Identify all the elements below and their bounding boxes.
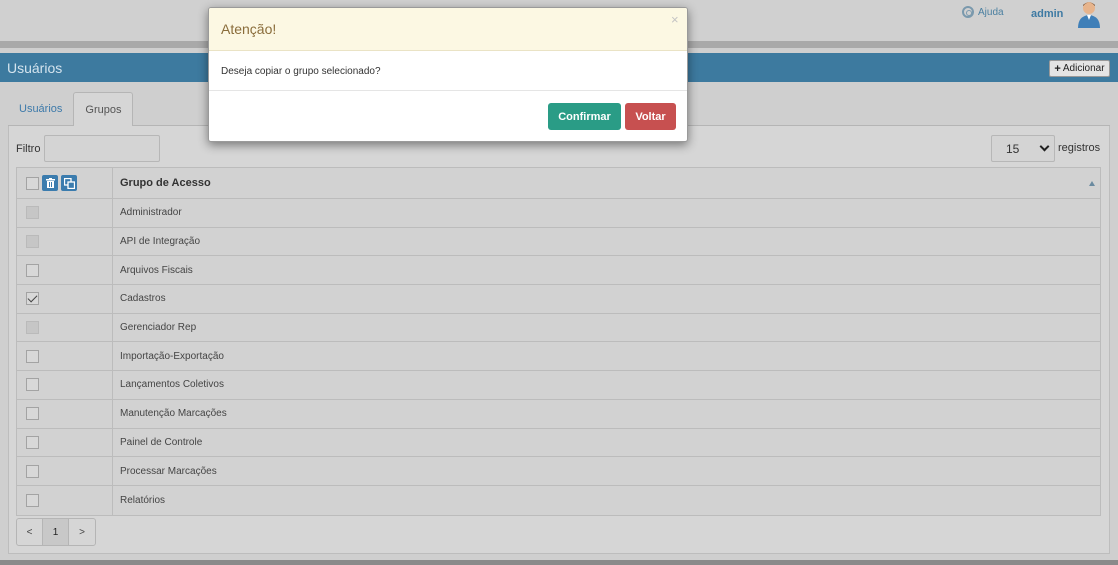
row-checkbox[interactable] (26, 378, 39, 392)
row-checkbox[interactable] (26, 349, 39, 363)
user-name[interactable]: admin (1031, 8, 1063, 20)
group-name: Painel de Controle (120, 436, 203, 448)
groups-table: Grupo de Acesso Administrador API de Int… (16, 167, 1101, 516)
table-row[interactable]: Cadastros (17, 285, 1100, 314)
group-name: Processar Marcações (120, 465, 217, 477)
column-header-group[interactable]: Grupo de Acesso (113, 168, 1100, 198)
table-row[interactable]: Processar Marcações (17, 457, 1100, 486)
filter-input[interactable] (44, 135, 160, 162)
group-name: Cadastros (120, 293, 166, 305)
copy-button[interactable] (61, 175, 77, 191)
copy-icon (63, 177, 75, 189)
table-row[interactable]: API de Integração (17, 227, 1100, 257)
row-checkbox[interactable] (26, 292, 39, 306)
table-row[interactable]: Arquivos Fiscais (17, 256, 1100, 286)
next-page-button[interactable]: > (69, 519, 95, 545)
row-checkbox (26, 321, 39, 335)
tab-users[interactable]: Usuários (8, 92, 73, 126)
group-name: API de Integração (120, 236, 201, 248)
trash-icon (45, 178, 55, 188)
dialog-message: Deseja copiar o grupo selecionado? (209, 51, 687, 91)
selection-header (17, 168, 113, 198)
row-checkbox (26, 235, 39, 249)
confirm-dialog: Atenção! × Deseja copiar o grupo selecio… (208, 7, 688, 142)
group-name: Manutenção Marcações (120, 408, 227, 420)
back-button[interactable]: Voltar (625, 103, 676, 130)
table-row[interactable]: Lançamentos Coletivos (17, 371, 1100, 400)
chevron-down-icon (1039, 141, 1050, 152)
pagination: < 1 > (16, 518, 96, 546)
user-avatar-icon[interactable] (1076, 0, 1102, 28)
table-row[interactable]: Gerenciador Rep (17, 313, 1100, 343)
dialog-title: Atenção! (221, 21, 277, 37)
help-link[interactable]: Ajuda (962, 6, 1004, 18)
help-label: Ajuda (978, 6, 1004, 18)
footer-strip (0, 560, 1118, 565)
row-checkbox[interactable] (26, 493, 39, 507)
prev-page-button[interactable]: < (17, 519, 43, 545)
table-row[interactable]: Manutenção Marcações (17, 399, 1100, 429)
dialog-footer: Confirmar Voltar (209, 91, 687, 141)
table-row[interactable]: Importação-Exportação (17, 342, 1100, 372)
per-page-label: registros (1058, 142, 1101, 154)
add-button[interactable]: + Adicionar (1049, 60, 1110, 77)
close-icon[interactable]: × (671, 12, 679, 27)
group-name: Lançamentos Coletivos (120, 379, 224, 391)
table-row[interactable]: Painel de Controle (17, 428, 1100, 458)
page-title: Usuários (7, 60, 63, 76)
tab-bar: Usuários Grupos (8, 92, 134, 126)
page-number-button[interactable]: 1 (43, 519, 69, 545)
tab-groups[interactable]: Grupos (73, 92, 134, 126)
delete-button[interactable] (42, 175, 58, 191)
table-row[interactable]: Relatórios (17, 485, 1100, 515)
row-checkbox (26, 206, 39, 220)
group-name: Administrador (120, 207, 182, 219)
table-header: Grupo de Acesso (17, 168, 1100, 199)
group-name: Arquivos Fiscais (120, 264, 193, 276)
select-all-checkbox[interactable] (26, 176, 39, 190)
add-button-label: Adicionar (1062, 63, 1105, 74)
group-name: Importação-Exportação (120, 350, 224, 362)
sort-ascending-icon (1089, 180, 1095, 186)
filter-label: Filtro (16, 143, 41, 155)
row-checkbox[interactable] (26, 435, 39, 449)
row-checkbox[interactable] (26, 263, 39, 277)
lifebuoy-icon (962, 6, 974, 18)
dialog-header: Atenção! × (209, 8, 687, 51)
table-row[interactable]: Administrador (17, 199, 1100, 228)
group-name: Relatórios (120, 494, 166, 506)
row-checkbox[interactable] (26, 464, 39, 478)
group-name: Gerenciador Rep (120, 322, 197, 334)
row-checkbox[interactable] (26, 407, 39, 421)
per-page-select[interactable]: 15 (991, 135, 1055, 162)
per-page-value: 15 (1006, 141, 1020, 156)
plus-icon: + (1054, 62, 1061, 75)
column-header-label: Grupo de Acesso (120, 177, 211, 189)
confirm-button[interactable]: Confirmar (548, 103, 621, 130)
